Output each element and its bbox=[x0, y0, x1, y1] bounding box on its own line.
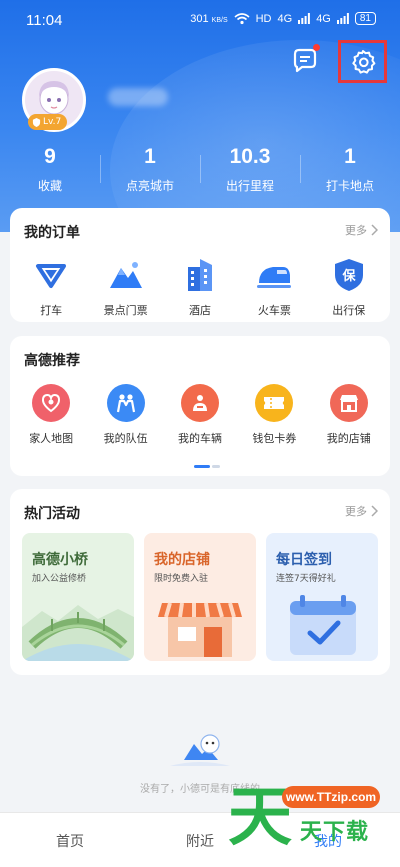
family-map-icon bbox=[32, 384, 71, 422]
activities-more-link[interactable]: 更多 bbox=[345, 503, 378, 519]
team-icon bbox=[106, 384, 145, 422]
orders-title: 我的订单 bbox=[24, 225, 80, 241]
signal-bars-2-icon bbox=[336, 13, 349, 24]
gear-icon bbox=[351, 49, 375, 74]
row-label: 出行保 bbox=[332, 304, 366, 317]
page-dot-active bbox=[194, 465, 210, 468]
promo-title: 每日签到 bbox=[276, 552, 332, 568]
promo-checkin[interactable]: 每日签到 连签7天得好礼 bbox=[266, 533, 378, 661]
net-speed-unit: KB/S bbox=[211, 16, 228, 24]
stat-value: 1 bbox=[344, 145, 356, 168]
row-label: 我的店铺 bbox=[326, 432, 371, 445]
nav-nearby[interactable]: 附近 bbox=[186, 831, 214, 851]
recommend-title: 高德推荐 bbox=[24, 353, 80, 369]
promo-store[interactable]: 我的店铺 限时免费入驻 bbox=[144, 533, 256, 661]
mountain-icon bbox=[107, 256, 145, 294]
level-badge: Lv.7 bbox=[28, 114, 68, 130]
page-dot bbox=[212, 465, 220, 468]
promo-subtitle: 连签7天得好礼 bbox=[276, 574, 336, 584]
svg-text:保: 保 bbox=[341, 268, 356, 284]
recommend-store[interactable]: 我的店铺 bbox=[314, 384, 384, 446]
stat-cities[interactable]: 1 点亮城市 bbox=[100, 145, 200, 195]
row-label: 打车 bbox=[40, 304, 63, 317]
orders-card: 我的订单 更多 打车 景点门票 酒店 火车票 保 出行保 bbox=[10, 208, 390, 322]
signal-bars-icon bbox=[298, 13, 311, 24]
net-speed: 301 KB/S bbox=[190, 13, 227, 25]
stat-value: 9 bbox=[44, 145, 56, 168]
settings-button[interactable] bbox=[338, 40, 387, 83]
orders-more-link[interactable]: 更多 bbox=[345, 222, 378, 238]
recommend-card: 高德推荐 家人地图 我的队伍 我的车辆 钱包卡券 我的店铺 bbox=[10, 336, 390, 476]
battery-icon: 81 bbox=[354, 12, 376, 25]
chevron-right-icon bbox=[371, 505, 378, 517]
row-label: 钱包卡券 bbox=[252, 432, 297, 445]
wifi-icon bbox=[234, 12, 250, 24]
hd-indicator: HD bbox=[255, 12, 272, 25]
insurance-icon: 保 bbox=[330, 256, 368, 294]
chevron-right-icon bbox=[371, 224, 378, 236]
net-speed-value: 301 bbox=[190, 12, 209, 25]
status-indicators: 301 KB/S HD 4G 4G 81 bbox=[190, 12, 376, 25]
row-label: 火车票 bbox=[257, 304, 291, 317]
signal-1: 4G bbox=[277, 12, 293, 25]
profile-header: 11:04 301 KB/S HD 4G 4G 81 Lv.7 9 收藏 1 点… bbox=[0, 0, 400, 232]
row-label: 家人地图 bbox=[29, 432, 74, 445]
promo-subtitle: 加入公益修桥 bbox=[32, 574, 87, 584]
end-illustration bbox=[170, 734, 230, 766]
row-label: 景点门票 bbox=[103, 304, 148, 317]
promo-bridge[interactable]: 高德小桥 加入公益修桥 bbox=[22, 533, 134, 661]
activities-title: 热门活动 bbox=[24, 506, 80, 522]
order-taxi[interactable]: 打车 bbox=[16, 256, 86, 318]
unread-dot bbox=[313, 44, 320, 51]
stat-checkins[interactable]: 1 打卡地点 bbox=[300, 145, 400, 195]
shop-illustration bbox=[158, 602, 242, 657]
recommend-row: 家人地图 我的队伍 我的车辆 钱包卡券 我的店铺 bbox=[10, 384, 390, 446]
recommend-coupons[interactable]: 钱包卡券 bbox=[239, 384, 309, 446]
coupon-icon bbox=[255, 384, 294, 422]
promo-title: 我的店铺 bbox=[154, 552, 210, 568]
promo-title: 高德小桥 bbox=[32, 552, 88, 568]
stat-favorites[interactable]: 9 收藏 bbox=[0, 145, 100, 195]
row-label: 酒店 bbox=[188, 304, 211, 317]
badge-shield-icon bbox=[32, 117, 41, 127]
signal-2: 4G bbox=[316, 12, 331, 25]
stat-label: 出行里程 bbox=[225, 179, 274, 193]
more-label: 更多 bbox=[345, 224, 367, 237]
stats-row: 9 收藏 1 点亮城市 10.3 出行里程 1 打卡地点 bbox=[0, 145, 400, 195]
recommend-vehicle[interactable]: 我的车辆 bbox=[165, 384, 235, 446]
order-hotel[interactable]: 酒店 bbox=[165, 256, 235, 318]
order-train[interactable]: 火车票 bbox=[239, 256, 309, 318]
row-label: 我的队伍 bbox=[103, 432, 148, 445]
row-label: 我的车辆 bbox=[177, 432, 222, 445]
more-label: 更多 bbox=[345, 505, 367, 518]
store-icon bbox=[329, 384, 368, 422]
stat-label: 点亮城市 bbox=[125, 179, 174, 193]
hotel-icon bbox=[181, 256, 219, 294]
bridge-illustration bbox=[22, 605, 134, 661]
status-bar: 11:04 301 KB/S HD 4G 4G 81 bbox=[0, 0, 400, 40]
order-tickets[interactable]: 景点门票 bbox=[91, 256, 161, 318]
watermark-url: www.TTzip.com bbox=[282, 786, 380, 808]
stat-value: 1 bbox=[144, 145, 156, 168]
status-time: 11:04 bbox=[26, 12, 63, 29]
taxi-icon bbox=[32, 256, 70, 294]
activities-card: 热门活动 更多 高德小桥 加入公益修桥 我的店铺 限时免费入驻 每日签到 连签7… bbox=[10, 489, 390, 675]
vehicle-icon bbox=[180, 384, 219, 422]
stat-value: 10.3 bbox=[229, 145, 271, 168]
level-text: Lv.7 bbox=[43, 117, 62, 127]
stat-label: 打卡地点 bbox=[325, 179, 374, 193]
recommend-family-map[interactable]: 家人地图 bbox=[16, 384, 86, 446]
promo-subtitle: 限时免费入驻 bbox=[154, 574, 209, 584]
orders-row: 打车 景点门票 酒店 火车票 保 出行保 bbox=[10, 256, 390, 318]
username-blurred bbox=[108, 88, 168, 106]
watermark-logo-text: 天下载 bbox=[300, 820, 370, 845]
page-indicator bbox=[194, 465, 220, 468]
recommend-team[interactable]: 我的队伍 bbox=[91, 384, 161, 446]
order-insurance[interactable]: 保 出行保 bbox=[314, 256, 384, 318]
stat-mileage[interactable]: 10.3 出行里程 bbox=[200, 145, 300, 195]
nav-home[interactable]: 首页 bbox=[56, 831, 84, 851]
stat-label: 收藏 bbox=[37, 179, 62, 193]
train-icon bbox=[255, 256, 293, 294]
calendar-illustration bbox=[290, 595, 356, 655]
